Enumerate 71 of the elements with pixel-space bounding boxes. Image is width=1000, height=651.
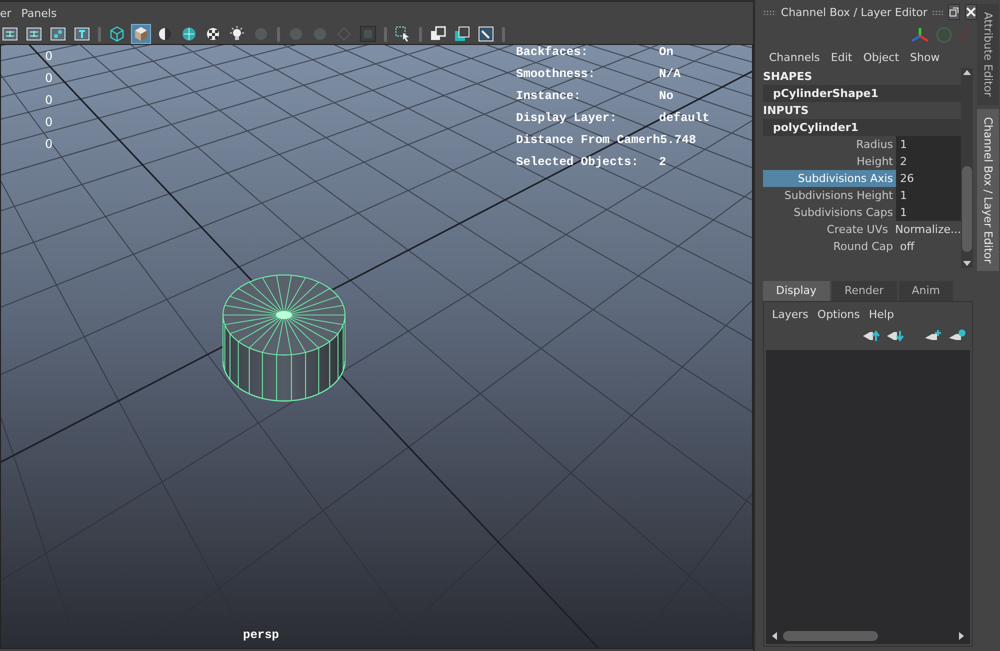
attribute-name[interactable]: Subdivisions Axis — [763, 170, 896, 187]
hud-value: No — [659, 88, 674, 105]
layer-up-icon[interactable] — [862, 329, 880, 343]
tab[interactable]: Display — [763, 281, 830, 301]
scroll-thumb[interactable] — [962, 166, 972, 252]
hud-count: 0 — [45, 114, 53, 131]
node-name[interactable]: polyCylinder1 — [763, 119, 961, 136]
horizontal-scrollbar[interactable] — [766, 628, 970, 644]
menu-item[interactable]: Show — [910, 50, 940, 64]
hud-value: 2 — [659, 154, 666, 171]
new-layer-icon[interactable] — [924, 329, 942, 343]
attribute-field[interactable]: 26 — [896, 170, 961, 187]
menu-item[interactable]: er — [0, 6, 12, 20]
shaded-cube-icon[interactable] — [131, 24, 151, 44]
attribute-name[interactable]: Round Cap — [763, 238, 896, 255]
scroll-left-icon[interactable] — [770, 631, 778, 641]
menu-item[interactable]: Object — [863, 50, 900, 64]
attribute-field[interactable]: 1 — [896, 187, 961, 204]
hud-count: 0 — [45, 70, 53, 87]
attribute-value[interactable]: off — [896, 238, 961, 255]
toolbar-separator — [98, 26, 101, 42]
layer-down-icon[interactable] — [886, 329, 904, 343]
grip-icon[interactable] — [763, 10, 776, 14]
camera-name: persp — [243, 628, 280, 642]
scroll-right-icon[interactable] — [958, 631, 966, 641]
hud-count: 0 — [45, 48, 53, 65]
grip-icon[interactable] — [932, 10, 943, 14]
side-tab[interactable]: Attribute Editor — [977, 4, 999, 105]
window-icon[interactable] — [452, 24, 472, 44]
tab[interactable]: Render — [832, 281, 897, 301]
menu-item[interactable]: Edit — [830, 50, 852, 64]
hud-label: Selected Objects: — [516, 154, 640, 171]
cylinder-drawing[interactable] — [222, 274, 346, 402]
hud-value: default — [659, 110, 710, 127]
attribute-name[interactable]: Radius — [763, 136, 896, 153]
toolbar-separator — [502, 26, 505, 42]
section-heading: INPUTS — [763, 103, 810, 119]
attribute-field[interactable]: 2 — [896, 153, 961, 170]
scroll-up-icon[interactable] — [962, 68, 972, 76]
node-name[interactable]: pCylinderShape1 — [763, 85, 961, 102]
close-button[interactable] — [965, 4, 977, 20]
vertical-scrollbar[interactable] — [961, 68, 973, 268]
attribute-value[interactable]: Normalize... — [891, 221, 961, 238]
hud-label: Display Layer: — [516, 110, 618, 127]
attribute-name[interactable]: Subdivisions Height — [763, 187, 896, 204]
hud-count: 0 — [45, 136, 53, 153]
float-button[interactable] — [948, 4, 960, 20]
toolbar-separator — [419, 26, 422, 42]
layer-dot-icon[interactable] — [948, 329, 966, 343]
axis-icon[interactable] — [909, 26, 931, 44]
image-icon[interactable] — [476, 24, 496, 44]
hud-label: Distance From Camerh5.748 — [516, 132, 696, 149]
side-tab[interactable]: Channel Box / Layer Editor — [977, 108, 999, 272]
attribute-field[interactable]: 1 — [896, 136, 961, 153]
scroll-thumb[interactable] — [783, 631, 878, 641]
attribute-name[interactable]: Subdivisions Caps — [763, 204, 896, 221]
hud-count: 0 — [45, 92, 53, 109]
menu-item[interactable]: Help — [868, 308, 894, 320]
scroll-down-icon[interactable] — [962, 260, 972, 268]
attribute-name[interactable]: Create UVs — [763, 221, 892, 238]
menu-item[interactable]: Channels — [769, 50, 820, 64]
toolbar-separator — [384, 26, 387, 42]
menu-item[interactable]: Layers — [772, 308, 808, 320]
tab[interactable]: Anim — [898, 281, 953, 301]
section-heading: SHAPES — [763, 69, 814, 85]
toolbar-separator — [277, 26, 280, 42]
menu-item[interactable]: Panels — [21, 6, 57, 20]
menu-item[interactable]: Options — [817, 308, 860, 320]
panel-title: Channel Box / Layer Editor — [780, 6, 928, 18]
attribute-field[interactable]: 1 — [896, 204, 961, 221]
attribute-name[interactable]: Height — [763, 153, 896, 170]
